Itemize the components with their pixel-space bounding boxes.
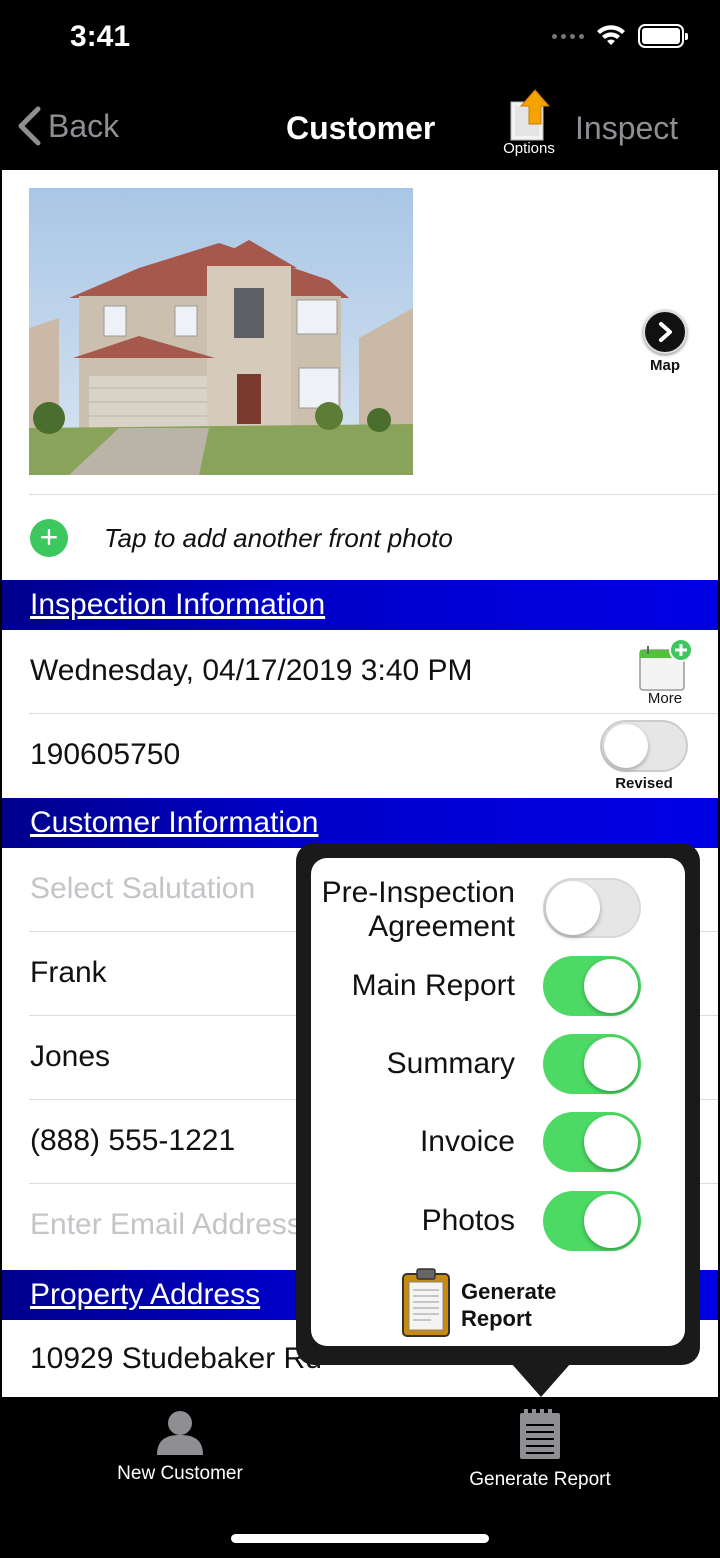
share-arrow-icon <box>510 89 551 141</box>
add-icon: + <box>30 519 68 557</box>
first-name-field[interactable]: Frank <box>30 956 107 990</box>
popover-arrow <box>511 1363 571 1397</box>
map-button[interactable]: Map <box>640 310 690 374</box>
wifi-icon <box>597 25 625 45</box>
calendar-add-icon <box>639 638 692 691</box>
generate-report-button[interactable]: Generate Report <box>399 1266 599 1338</box>
toggle-row-photos[interactable]: Photos <box>311 1191 685 1251</box>
back-button[interactable]: Back <box>16 106 119 146</box>
toggle-label: Pre-Inspection Agreement <box>321 876 515 943</box>
chevron-left-icon <box>18 106 41 146</box>
toggle-label: Main Report <box>351 969 515 1002</box>
section-title[interactable]: Inspection Information <box>30 588 325 622</box>
battery-icon <box>638 24 688 48</box>
section-title[interactable]: Customer Information <box>30 806 318 840</box>
tab-new-customer[interactable]: New Customer <box>60 1409 300 1485</box>
photos-toggle[interactable] <box>543 1191 641 1251</box>
page-title: Customer <box>286 110 436 146</box>
tab-label: New Customer <box>117 1463 243 1484</box>
toggle-row-invoice[interactable]: Invoice <box>311 1112 685 1172</box>
options-button[interactable]: Options <box>498 88 560 160</box>
report-notepad-icon <box>520 1409 560 1459</box>
summary-toggle[interactable] <box>543 1034 641 1094</box>
generate-report-label: Generate Report <box>461 1278 556 1332</box>
inspection-date[interactable]: Wednesday, 04/17/2019 3:40 PM <box>30 654 473 688</box>
toggle-label: Invoice <box>419 1125 515 1158</box>
email-field[interactable]: Enter Email Address <box>30 1208 302 1242</box>
add-front-photo-row[interactable]: + Tap to add another front photo <box>2 495 718 579</box>
chevron-right-circle-icon <box>643 310 687 354</box>
toggle-label: Summary <box>386 1047 515 1080</box>
more-button[interactable]: More <box>638 636 692 707</box>
report-number-row[interactable]: 190605750 Revised <box>2 714 718 798</box>
back-label: Back <box>48 107 120 144</box>
generate-line-2: Report <box>461 1306 532 1331</box>
front-photo-area: Map <box>2 170 718 494</box>
toggle-row-main-report[interactable]: Main Report <box>311 956 685 1016</box>
report-options-panel: Pre-Inspection Agreement Main Report Sum… <box>311 858 685 1346</box>
revised-switch[interactable] <box>600 720 688 772</box>
pre-inspection-toggle[interactable] <box>543 878 641 938</box>
revised-toggle[interactable]: Revised <box>600 720 688 792</box>
invoice-toggle[interactable] <box>543 1112 641 1172</box>
section-header-inspection[interactable]: Inspection Information <box>2 580 718 630</box>
home-indicator[interactable] <box>231 1534 489 1543</box>
house-photo[interactable] <box>29 188 413 475</box>
signal-icon <box>552 33 584 39</box>
tab-bar: New Customer Generate Report <box>0 1397 720 1558</box>
add-photo-text: Tap to add another front photo <box>104 523 453 553</box>
map-label: Map <box>650 357 680 374</box>
report-number[interactable]: 190605750 <box>30 738 180 772</box>
toggle-row-pre-inspection[interactable]: Pre-Inspection Agreement <box>311 876 685 944</box>
generate-line-1: Generate <box>461 1279 557 1304</box>
section-header-customer[interactable]: Customer Information <box>2 798 718 848</box>
more-label: More <box>647 690 683 707</box>
clipboard-icon <box>402 1268 450 1337</box>
nav-bar: Back Customer Options Inspect <box>0 88 720 170</box>
main-report-toggle[interactable] <box>543 956 641 1016</box>
tab-generate-report[interactable]: Generate Report <box>420 1409 660 1491</box>
salutation-field[interactable]: Select Salutation <box>30 872 255 906</box>
section-title[interactable]: Property Address <box>30 1278 260 1312</box>
phone-field[interactable]: (888) 555-1221 <box>30 1124 235 1158</box>
revised-label: Revised <box>615 775 673 792</box>
status-bar: 3:41 <box>0 0 720 88</box>
address-field[interactable]: 10929 Studebaker Rd <box>30 1342 322 1376</box>
options-label: Options <box>503 140 555 157</box>
status-icons <box>552 24 688 48</box>
toggle-row-summary[interactable]: Summary <box>311 1034 685 1094</box>
person-icon <box>157 1411 203 1455</box>
status-time: 3:41 <box>70 20 131 53</box>
inspect-button[interactable]: Inspect <box>575 110 678 147</box>
tab-label: Generate Report <box>469 1469 611 1490</box>
inspection-date-row[interactable]: Wednesday, 04/17/2019 3:40 PM More <box>2 630 718 714</box>
toggle-label: Photos <box>421 1204 515 1237</box>
last-name-field[interactable]: Jones <box>30 1040 110 1074</box>
